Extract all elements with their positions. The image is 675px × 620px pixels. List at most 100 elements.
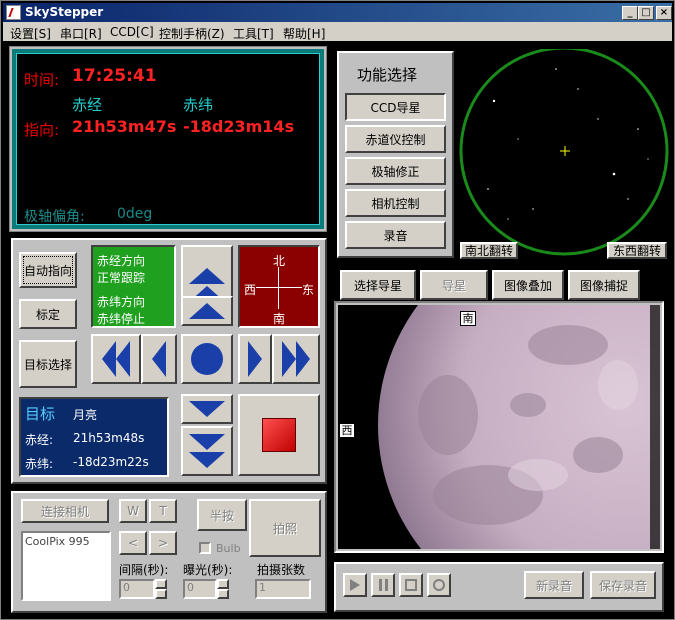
menu-controller[interactable]: 控制手柄(Z) [159, 25, 225, 42]
tab-image-stack[interactable]: 图像叠加 [492, 270, 564, 300]
south-step-button[interactable] [181, 394, 233, 424]
camera-panel: 连接相机 W T 半按 拍照 CoolPix 995 < > Bulb 间隔(秒… [11, 491, 327, 613]
right-arrow-icon [296, 341, 310, 377]
polar-offset-label: 极轴偏角: [24, 209, 85, 225]
dec-state-label: 赤纬停止 [97, 312, 146, 326]
star-map[interactable] [458, 49, 672, 261]
south-marker: 南 [460, 311, 476, 326]
pointing-ra: 21h53m47s [72, 117, 177, 136]
circle-icon [191, 343, 223, 375]
exposure-input[interactable]: 0 [183, 579, 217, 599]
record-icon [433, 579, 445, 591]
target-ra-label: 赤经: [25, 433, 54, 447]
mount-control-button[interactable]: 赤道仪控制 [345, 125, 446, 153]
compass-indicator: 北 南 西 东 [238, 245, 320, 328]
west-fast-button[interactable] [91, 334, 141, 384]
app-icon [6, 5, 21, 20]
shot-count-label: 拍摄张数 [257, 563, 306, 577]
zoom-tele-button[interactable]: T [149, 499, 177, 523]
recording-button[interactable]: 录音 [345, 221, 446, 249]
target-dec: -18d23m22s [73, 455, 149, 469]
stop-button[interactable] [399, 573, 423, 597]
camera-control-button[interactable]: 相机控制 [345, 189, 446, 217]
exposure-up-icon[interactable] [217, 579, 229, 589]
compass-west: 西 [244, 283, 257, 297]
stop-icon [405, 579, 417, 591]
time-label: 时间: [24, 71, 60, 89]
down-arrow-icon [189, 434, 225, 450]
up-arrow-icon [189, 268, 225, 284]
down-arrow-icon [189, 452, 225, 468]
zoom-wide-button[interactable]: W [119, 499, 147, 523]
menu-serial[interactable]: 串口[R] [60, 25, 102, 42]
time-value: 17:25:41 [72, 66, 157, 86]
menu-ccd[interactable]: CCD[C] [110, 25, 154, 39]
polar-correct-button[interactable]: 极轴修正 [345, 157, 446, 185]
exposure-label: 曝光(秒): [183, 563, 233, 577]
new-recording-button[interactable]: 新录音 [524, 571, 584, 599]
close-button[interactable]: × [656, 6, 672, 20]
function-panel: 功能选择 CCD导星 赤道仪控制 极轴修正 相机控制 录音 [337, 51, 454, 258]
east-fast-button[interactable] [272, 334, 320, 384]
south-fast-button[interactable] [181, 426, 233, 476]
stop-center-button[interactable] [181, 334, 233, 384]
play-button[interactable] [343, 573, 367, 597]
minimize-button[interactable]: _ [622, 6, 638, 20]
connect-camera-button[interactable]: 连接相机 [21, 499, 109, 523]
right-arrow-icon [248, 341, 262, 377]
info-display: 时间: 17:25:41 赤经 赤纬 指向: 21h53m47s -18d23m… [16, 53, 320, 225]
ccd-image-frame: 南 西 [334, 301, 664, 553]
emergency-stop-button[interactable] [238, 394, 320, 476]
pause-button[interactable] [371, 573, 395, 597]
shoot-button[interactable]: 拍照 [249, 499, 321, 557]
bulb-checkbox[interactable] [199, 542, 211, 554]
next-button[interactable]: > [149, 531, 177, 555]
ccd-image[interactable] [338, 305, 660, 549]
exposure-down-icon[interactable] [217, 589, 229, 599]
dec-direction-label: 赤纬方向 [97, 295, 146, 309]
menu-help[interactable]: 帮助[H] [283, 25, 325, 42]
maximize-button[interactable]: □ [638, 6, 654, 20]
down-arrow-icon [189, 401, 225, 417]
west-step-button[interactable] [141, 334, 177, 384]
menu-settings[interactable]: 设置[S] [10, 25, 51, 42]
tab-guide[interactable]: 导星 [420, 270, 488, 300]
target-title: 目标 [25, 405, 56, 423]
save-recording-button[interactable]: 保存录音 [590, 571, 656, 599]
record-button[interactable] [427, 573, 451, 597]
target-info: 目标 月亮 赤经: 21h53m48s 赤纬: -18d23m22s [19, 397, 169, 477]
tab-select-guide-star[interactable]: 选择导星 [340, 270, 416, 300]
tab-image-capture[interactable]: 图像捕捉 [568, 270, 640, 300]
interval-up-icon[interactable] [155, 579, 167, 589]
target-name: 月亮 [73, 408, 98, 422]
calibrate-button[interactable]: 标定 [19, 299, 77, 329]
compass-east: 东 [302, 283, 315, 297]
interval-down-icon[interactable] [155, 589, 167, 599]
half-press-button[interactable]: 半按 [197, 499, 247, 531]
dec-header: 赤纬 [183, 96, 214, 114]
east-step-button[interactable] [238, 334, 272, 384]
compass-south: 南 [273, 312, 286, 326]
polar-offset-value: 0deg [117, 206, 153, 222]
right-arrow-icon [282, 341, 296, 377]
app-window: SkyStepper _ □ × 设置[S] 串口[R] CCD[C] 控制手柄… [0, 0, 675, 620]
shot-count-input[interactable]: 1 [255, 579, 311, 599]
target-select-button[interactable]: 目标选择 [19, 340, 77, 388]
ns-flip-button[interactable]: 南北翻转 [460, 242, 518, 259]
left-arrow-icon [116, 341, 130, 377]
ew-flip-button[interactable]: 东西翻转 [607, 242, 667, 259]
north-step-button[interactable] [181, 296, 233, 326]
tracking-status: 赤经方向 正常跟踪 赤纬方向 赤纬停止 [91, 245, 176, 328]
recorder-panel: 新录音 保存录音 [334, 562, 664, 612]
ra-state-label: 正常跟踪 [97, 271, 146, 285]
interval-label: 间隔(秒): [119, 563, 169, 577]
prev-button[interactable]: < [119, 531, 147, 555]
ccd-guide-button[interactable]: CCD导星 [345, 93, 446, 121]
camera-device-item[interactable]: CoolPix 995 [25, 535, 90, 548]
auto-point-button[interactable]: 自动指向 [19, 252, 77, 288]
bulb-label: Bulb [216, 542, 241, 555]
interval-input[interactable]: 0 [119, 579, 155, 599]
menu-tools[interactable]: 工具[T] [233, 25, 274, 42]
camera-device-list[interactable]: CoolPix 995 [21, 531, 111, 601]
pause-icon [378, 579, 388, 591]
